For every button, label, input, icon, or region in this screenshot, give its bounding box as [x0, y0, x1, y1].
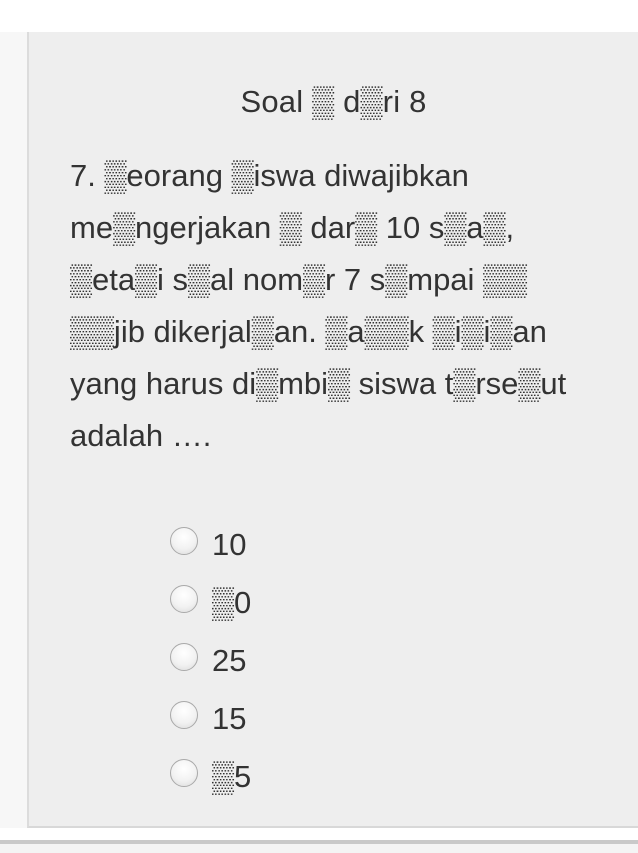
answer-option-3[interactable]: 25: [170, 632, 251, 690]
quiz-page: Soal ▒ d▒ri 8 7. ▒eorang ▒iswa diwajibka…: [0, 0, 638, 853]
radio-button-icon[interactable]: [170, 759, 198, 787]
question-card: Soal ▒ d▒ri 8 7. ▒eorang ▒iswa diwajibka…: [27, 32, 638, 828]
answer-option-label: 10: [212, 527, 247, 562]
bottom-divider-bar: [0, 840, 638, 853]
radio-button-icon[interactable]: [170, 527, 198, 555]
question-text: 7. ▒eorang ▒iswa diwajibkan me▒ngerjakan…: [70, 158, 567, 453]
answer-option-label: 15: [212, 701, 247, 736]
answer-option-label: ▒5: [212, 759, 252, 794]
question-counter-title: Soal ▒ d▒ri 8: [240, 84, 427, 119]
answer-option-1[interactable]: 10: [170, 516, 251, 574]
answer-option-4[interactable]: 15: [170, 690, 251, 748]
radio-button-icon[interactable]: [170, 643, 198, 671]
answer-options: 10 ▒0 25 15 ▒5: [170, 516, 251, 806]
answer-option-label: 25: [212, 643, 247, 678]
answer-option-label: ▒0: [212, 585, 252, 620]
left-margin-strip: [0, 32, 27, 828]
radio-button-icon[interactable]: [170, 701, 198, 729]
answer-option-2[interactable]: ▒0: [170, 574, 251, 632]
answer-option-5[interactable]: ▒5: [170, 748, 251, 806]
radio-button-icon[interactable]: [170, 585, 198, 613]
